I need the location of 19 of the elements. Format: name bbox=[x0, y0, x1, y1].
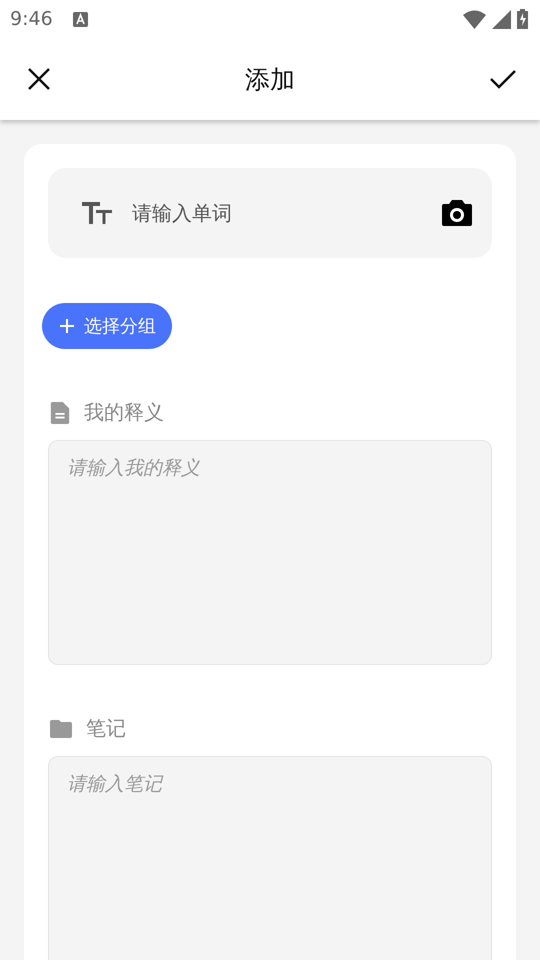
page-title: 添加 bbox=[245, 64, 295, 96]
battery-icon bbox=[517, 9, 528, 29]
section-label: 笔记 bbox=[86, 715, 126, 742]
document-icon bbox=[50, 402, 70, 424]
notification-icon bbox=[72, 12, 88, 26]
status-time: 9:46 bbox=[10, 8, 53, 30]
wifi-icon bbox=[463, 10, 486, 28]
select-group-button[interactable]: 选择分组 bbox=[42, 303, 172, 349]
confirm-button[interactable] bbox=[488, 67, 518, 91]
camera-icon[interactable] bbox=[442, 200, 472, 226]
text-size-icon bbox=[82, 202, 112, 224]
close-button[interactable] bbox=[26, 66, 52, 92]
plus-icon bbox=[60, 319, 74, 333]
folder-icon bbox=[50, 720, 72, 738]
signal-icon bbox=[492, 10, 511, 28]
note-field[interactable]: 请输入笔记 bbox=[48, 756, 492, 960]
definition-field[interactable]: 请输入我的释义 bbox=[48, 440, 492, 665]
section-label: 我的释义 bbox=[84, 399, 164, 426]
word-field[interactable]: 请输入单词 bbox=[130, 200, 424, 226]
